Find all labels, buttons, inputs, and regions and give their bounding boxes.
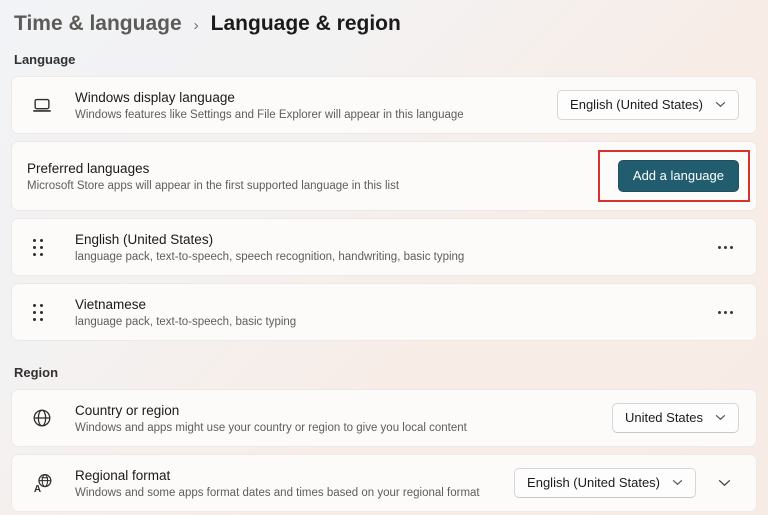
setting-description: Windows features like Settings and File … [75, 108, 464, 121]
language-item-title: Vietnamese [75, 296, 147, 312]
language-section-label: Language [14, 52, 76, 67]
settings-page: Time & language › Language & region Lang… [0, 0, 768, 512]
setting-title: Windows display language [75, 89, 235, 105]
setting-description: Windows and apps might use your country … [75, 421, 467, 434]
language-item-description: language pack, text-to-speech, speech re… [75, 250, 465, 263]
page-title: Language & region [210, 12, 401, 35]
drag-handle-dots-icon[interactable] [31, 302, 45, 323]
language-item-row: Vietnamese language pack, text-to-speech… [11, 283, 757, 341]
add-a-language-button[interactable]: Add a language [617, 160, 739, 192]
dropdown-value: United States [624, 410, 703, 425]
laptop-display-icon [27, 94, 75, 116]
regional-format-row: A Regional format Windows and some apps … [11, 454, 757, 512]
chevron-down-icon [672, 479, 683, 486]
breadcrumb-parent[interactable]: Time & language [14, 12, 182, 36]
red-highlight-annotation: Add a language [597, 150, 750, 202]
dropdown-value: English (United States) [570, 97, 703, 112]
setting-title: Regional format [75, 467, 171, 483]
language-item-description: language pack, text-to-speech, basic typ… [75, 315, 297, 328]
country-dropdown[interactable]: United States [611, 403, 739, 433]
chevron-down-icon [715, 414, 726, 421]
ellipsis-menu-icon[interactable] [712, 238, 739, 257]
language-item-title: English (United States) [75, 231, 214, 247]
globe-icon [27, 407, 75, 429]
language-item-row: English (United States) language pack, t… [11, 218, 757, 276]
svg-text:A: A [34, 484, 41, 495]
setting-title: Preferred languages [27, 160, 150, 176]
breadcrumb: Time & language › Language & region [14, 12, 754, 36]
display-language-dropdown[interactable]: English (United States) [557, 90, 739, 120]
setting-description: Windows and some apps format dates and t… [75, 486, 480, 499]
chevron-down-icon [715, 101, 726, 108]
breadcrumb-separator-icon: › [193, 16, 199, 34]
dropdown-value: English (United States) [527, 475, 660, 490]
translate-globe-icon: A [27, 472, 75, 495]
country-or-region-row: Country or region Windows and apps might… [11, 389, 757, 447]
regional-format-dropdown[interactable]: English (United States) [514, 468, 696, 498]
preferred-languages-row: Preferred languages Microsoft Store apps… [11, 141, 757, 211]
drag-handle-dots-icon[interactable] [31, 237, 45, 258]
setting-title: Country or region [75, 402, 180, 418]
windows-display-language-row: Windows display language Windows feature… [11, 76, 757, 134]
region-section-label: Region [14, 365, 59, 380]
expand-row-chevron-icon[interactable] [710, 471, 739, 495]
ellipsis-menu-icon[interactable] [712, 303, 739, 322]
setting-description: Microsoft Store apps will appear in the … [27, 179, 400, 192]
